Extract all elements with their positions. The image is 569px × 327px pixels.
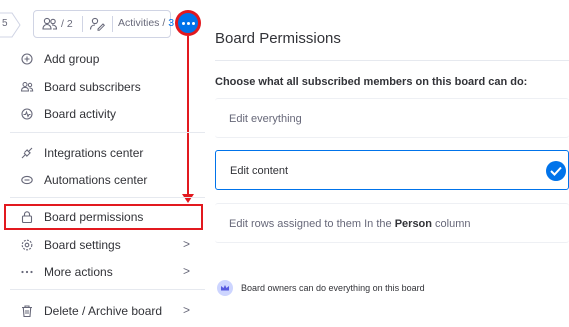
permission-option-edit-assigned-rows[interactable]: Edit rows assigned to them In the Person…: [215, 203, 569, 243]
menu-divider: [10, 132, 205, 133]
trash-icon: [22, 305, 32, 318]
activities-count: 3: [168, 17, 175, 29]
people-icon: [42, 17, 58, 30]
option-text-column: Person: [394, 218, 432, 230]
breadcrumb-tab[interactable]: 5: [0, 12, 26, 38]
menu-item-add-group[interactable]: Add group: [0, 46, 205, 72]
menu-item-label: Board permissions: [44, 210, 144, 224]
check-icon: [546, 161, 566, 181]
permissions-instructions: Choose what all subscribed members on th…: [215, 76, 528, 88]
menu-divider: [10, 197, 205, 198]
person-edit-icon: [89, 17, 105, 31]
members-count: / 2: [61, 18, 73, 30]
menu-item-label: Integrations center: [44, 146, 144, 160]
menu-item-board-activity[interactable]: Board activity: [0, 101, 205, 127]
menu-item-label: Board settings: [44, 238, 121, 252]
menu-item-label: More actions: [44, 265, 113, 279]
owners-note: Board owners can do everything on this b…: [217, 280, 425, 296]
menu-item-automations-center[interactable]: Automations center: [0, 167, 205, 193]
board-toolbar: 5 / 2 Activities / 3: [0, 8, 205, 40]
more-options-button[interactable]: [176, 11, 200, 35]
menu-item-label: Board subscribers: [44, 80, 141, 94]
menu-divider: [10, 289, 205, 290]
lock-icon: [21, 211, 33, 224]
invite-button[interactable]: [89, 17, 105, 31]
menu-item-label: Add group: [44, 52, 100, 66]
menu-item-label: Board activity: [44, 107, 117, 121]
gear-icon: [21, 239, 33, 251]
activity-icon: [21, 108, 33, 120]
breadcrumb-text: 5: [2, 18, 8, 29]
option-text-prefix: Edit rows assigned to them In the: [229, 218, 395, 230]
chevron-right-icon: >: [183, 303, 191, 317]
permission-option-label: Edit rows assigned to them In the Person…: [229, 218, 471, 230]
menu-item-board-subscribers[interactable]: Board subscribers: [0, 74, 205, 100]
add-circle-icon: [21, 53, 33, 65]
ellipsis-icon: [21, 270, 33, 274]
menu-item-delete-archive-board[interactable]: Delete / Archive board >: [0, 298, 205, 324]
people-icon: [20, 82, 34, 92]
menu-item-more-actions[interactable]: More actions >: [0, 259, 205, 285]
crown-icon: [217, 280, 233, 296]
title-divider: [215, 60, 569, 61]
permission-option-edit-content[interactable]: Edit content: [215, 150, 569, 190]
members-button[interactable]: / 2: [42, 17, 73, 31]
menu-item-board-settings[interactable]: Board settings >: [0, 232, 205, 258]
menu-item-label: Delete / Archive board: [44, 304, 163, 318]
menu-item-integrations-center[interactable]: Integrations center: [0, 140, 205, 166]
chevron-right-icon: >: [183, 237, 191, 251]
annotation-arrow-head: [182, 194, 194, 203]
option-text-suffix: column: [432, 218, 471, 230]
menu-item-board-permissions[interactable]: Board permissions: [4, 204, 203, 230]
automations-icon: [21, 175, 33, 185]
dot: [192, 22, 195, 25]
chevron-right-icon: >: [183, 264, 191, 278]
activities-button[interactable]: Activities / 3: [118, 17, 174, 29]
dot: [182, 22, 185, 25]
board-permissions-panel: Board Permissions Choose what all subscr…: [205, 0, 569, 327]
permission-option-label: Edit content: [230, 165, 289, 177]
page-title: Board Permissions: [215, 30, 341, 47]
permission-option-edit-everything[interactable]: Edit everything: [215, 98, 569, 138]
dot: [187, 22, 190, 25]
toolbar-divider: [112, 16, 113, 32]
toolbar-divider: [82, 16, 83, 32]
board-header-actions: / 2 Activities / 3: [33, 10, 174, 38]
permission-option-label: Edit everything: [229, 113, 302, 125]
integrations-icon: [21, 147, 33, 159]
activities-label: Activities /: [118, 17, 166, 29]
owners-note-text: Board owners can do everything on this b…: [241, 283, 425, 293]
menu-item-label: Automations center: [44, 173, 148, 187]
